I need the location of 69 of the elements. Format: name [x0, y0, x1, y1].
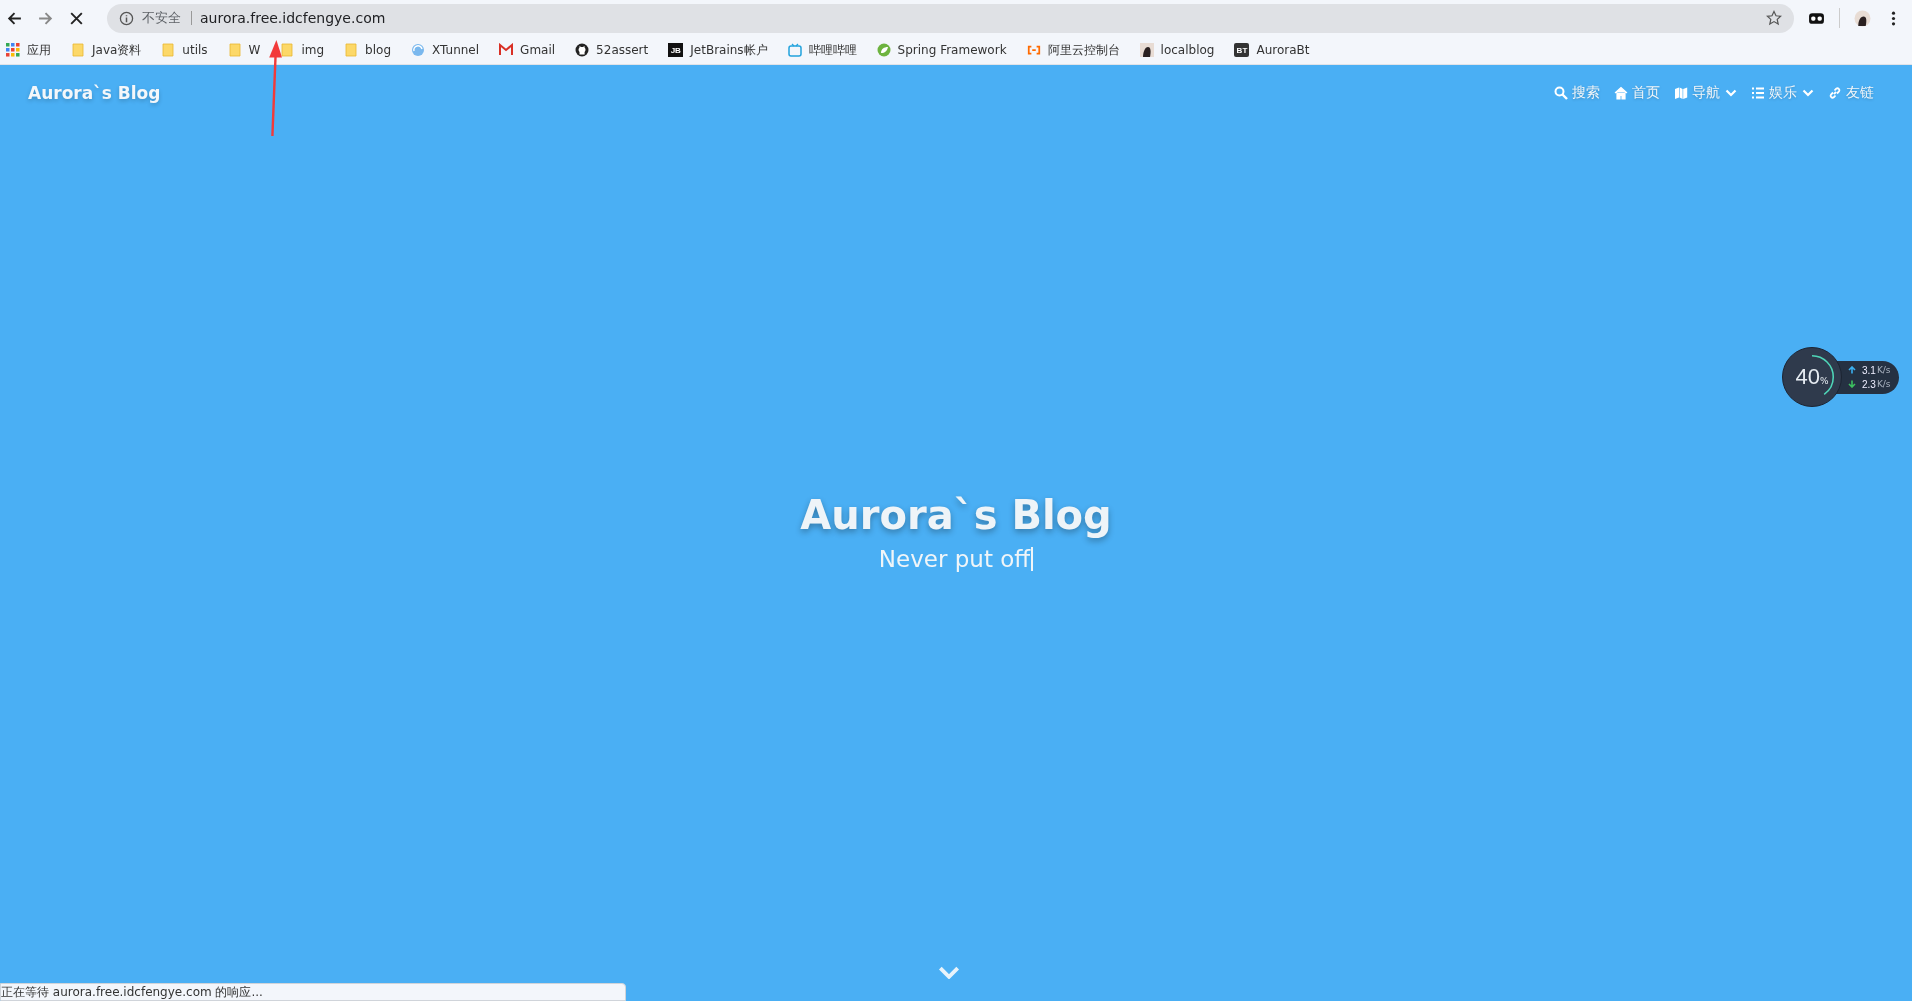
list-icon	[1751, 86, 1765, 100]
folder-icon	[344, 43, 359, 57]
bookmark-item[interactable]: W	[227, 43, 261, 57]
address-bar[interactable]: 不安全 aurora.free.idcfengye.com	[107, 3, 1794, 33]
logo-badge-icon: BT	[1234, 43, 1250, 57]
profile-avatar-icon[interactable]	[1854, 9, 1871, 27]
tv-icon	[787, 43, 802, 57]
info-icon[interactable]	[119, 10, 134, 26]
folder-icon	[280, 43, 295, 57]
star-icon[interactable]	[1766, 10, 1782, 26]
bookmark-label: AuroraBt	[1256, 43, 1310, 57]
logo-badge-icon: JB	[668, 43, 684, 57]
bookmark-label: localblog	[1160, 43, 1215, 57]
bookmark-label: 阿里云控制台	[1047, 41, 1120, 59]
folder-icon	[71, 43, 85, 57]
folder-icon	[227, 43, 242, 57]
upload-arrow-icon	[1848, 366, 1856, 374]
bookmark-item[interactable]: utils	[161, 43, 208, 57]
bookmark-label: W	[248, 43, 261, 57]
speed-unit: K/s	[1876, 365, 1891, 375]
gauge-percent: 40	[1795, 364, 1820, 390]
download-arrow-icon	[1848, 380, 1856, 388]
bookmark-label: utils	[182, 43, 208, 57]
bookmark-item[interactable]: 哔哩哔哩	[787, 41, 857, 59]
bookmark-label: Gmail	[520, 43, 556, 57]
bookmark-item[interactable]: Gmail	[499, 43, 556, 57]
memory-gauge[interactable]: 40%	[1782, 347, 1842, 407]
bookmark-item[interactable]: img	[280, 43, 325, 57]
bookmark-label: Spring Framework	[897, 43, 1007, 57]
download-speed: 2.3	[1862, 378, 1876, 390]
cat-icon	[575, 43, 590, 57]
swirl-icon	[411, 43, 426, 57]
map-icon	[1674, 86, 1688, 100]
home-icon	[1614, 86, 1628, 100]
bookmark-label: Java资料	[92, 41, 142, 59]
percent-unit: %	[1819, 376, 1829, 386]
url-text: aurora.free.idcfengye.com	[200, 10, 387, 26]
link-icon	[1828, 86, 1842, 100]
bookmark-item[interactable]: blog	[344, 43, 392, 57]
bookmark-item[interactable]: 阿里云控制台	[1026, 41, 1120, 59]
bracket-icon	[1026, 43, 1041, 57]
security-label: 不安全	[142, 11, 192, 25]
bookmark-item[interactable]: Java资料	[71, 41, 142, 59]
bookmark-label: 哔哩哔哩	[808, 41, 857, 59]
blog-subtitle: Never put off	[878, 546, 1031, 572]
bookmark-label: JetBrains帐户	[690, 41, 768, 59]
search-icon	[1554, 86, 1568, 100]
bookmark-item[interactable]: XTunnel	[411, 43, 480, 57]
bookmark-label: blog	[365, 43, 392, 57]
bookmark-label: 52assert	[596, 43, 649, 57]
bookmark-item[interactable]: BT AuroraBt	[1234, 43, 1310, 57]
upload-speed: 3.1	[1862, 364, 1876, 376]
bookmark-item[interactable]: JB JetBrains帐户	[668, 41, 768, 59]
speed-unit: K/s	[1876, 379, 1891, 389]
bookmark-label: img	[301, 43, 325, 57]
avatar-icon	[1139, 43, 1154, 57]
bookmark-item[interactable]: localblog	[1139, 43, 1215, 57]
leaf-icon	[876, 43, 891, 57]
mail-icon	[499, 43, 514, 57]
apps-grid-icon	[6, 43, 20, 57]
status-bar: 正在等待 aurora.free.idcfengye.com 的响应...	[0, 983, 626, 1001]
folder-icon	[161, 43, 176, 57]
bookmark-label: XTunnel	[432, 43, 480, 57]
blog-title: Aurora`s Blog	[800, 492, 1112, 538]
bookmark-item[interactable]: Spring Framework	[876, 43, 1007, 57]
text-cursor	[1031, 547, 1034, 571]
bookmark-label: 应用	[27, 41, 51, 59]
bookmark-item[interactable]: 52assert	[575, 43, 649, 57]
bookmark-item[interactable]: 应用	[6, 41, 51, 59]
